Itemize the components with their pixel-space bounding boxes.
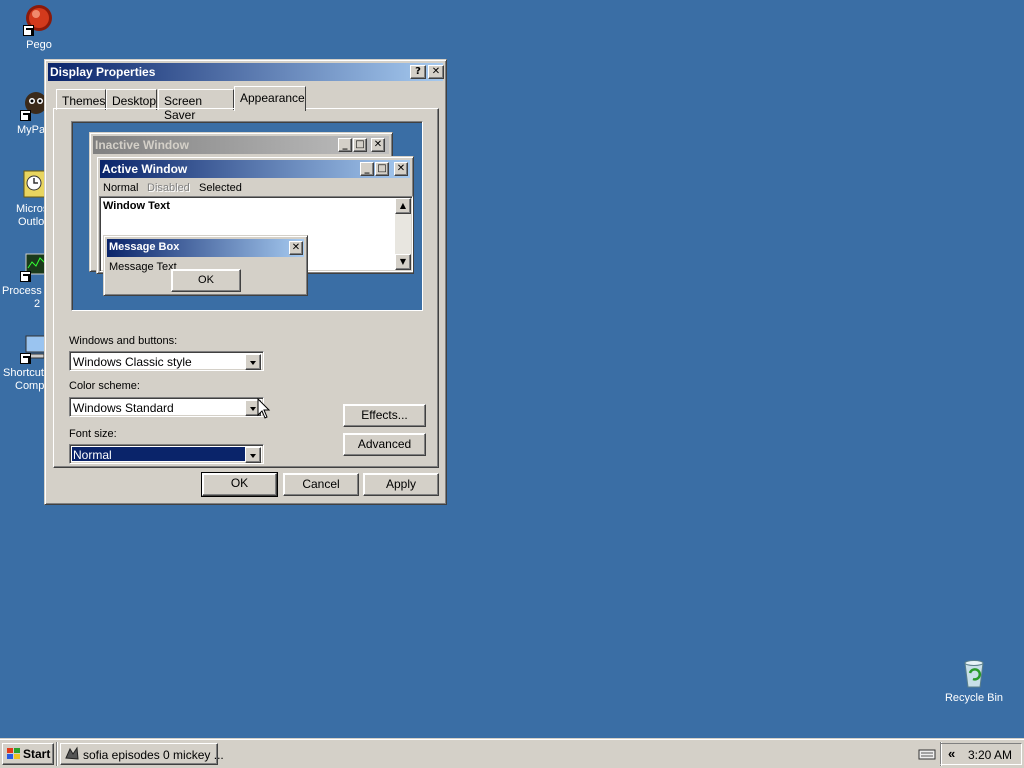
close-button[interactable]: ✕ — [428, 65, 444, 79]
scroll-up-icon: ▲ — [395, 198, 411, 214]
font-size-value: Normal — [72, 447, 245, 462]
tab-appearance[interactable]: Appearance — [234, 86, 306, 111]
start-label: Start — [23, 747, 51, 761]
dialog-title: Display Properties — [50, 65, 156, 79]
desktop-icon-label: Pego — [26, 39, 52, 51]
preview-message-box-title: Message Box — [107, 239, 304, 257]
maximize-icon: □ — [375, 162, 389, 176]
cancel-button[interactable]: Cancel — [283, 473, 359, 496]
advanced-button[interactable]: Advanced — [343, 433, 426, 456]
taskbar-task-button[interactable]: sofia episodes 0 mickey ... — [60, 743, 224, 765]
close-icon: ✕ — [394, 162, 408, 176]
taskbar: Start sofia episodes 0 mickey ... « 3:20… — [0, 738, 1024, 768]
font-size-label: Font size: — [69, 428, 117, 440]
taskbar-task-label: sofia episodes 0 mickey ... — [83, 748, 224, 762]
preview-scrollbar: ▲ ▼ — [395, 198, 411, 270]
title-bar[interactable]: Display Properties ? ✕ — [48, 63, 444, 81]
windows-buttons-value: Windows Classic style — [73, 355, 192, 369]
desktop-icon-label: Recycle Bin — [944, 692, 1004, 704]
windows-buttons-label: Windows and buttons: — [69, 335, 178, 347]
app-icon — [65, 746, 79, 760]
windows-buttons-select[interactable]: Windows Classic style — [69, 351, 264, 371]
start-button[interactable]: Start — [2, 743, 54, 765]
apply-button[interactable]: Apply — [363, 473, 439, 496]
appearance-preview: Inactive Window _ □ ✕ Active Window _ □ … — [71, 121, 423, 311]
preview-message-text: Message Text — [109, 261, 177, 273]
color-scheme-select[interactable]: Windows Standard — [69, 397, 264, 417]
display-properties-dialog: Display Properties ? ✕ Themes Desktop Sc… — [44, 59, 447, 505]
preview-menu-disabled: Disabled — [147, 182, 190, 194]
color-scheme-value: Windows Standard — [73, 401, 174, 415]
close-icon: ✕ — [289, 241, 303, 255]
maximize-icon: □ — [353, 138, 367, 152]
preview-message-box: Message Box ✕ Message Text OK — [103, 235, 308, 296]
mouse-cursor-icon — [257, 398, 271, 419]
recycle-bin-icon — [958, 657, 990, 689]
chevron-down-icon[interactable] — [245, 354, 261, 370]
tab-screen-saver[interactable]: Screen Saver — [158, 89, 234, 122]
minimize-icon: _ — [338, 138, 352, 152]
chevron-down-icon[interactable] — [245, 447, 261, 463]
ok-button[interactable]: OK — [201, 472, 278, 497]
tab-themes[interactable]: Themes — [56, 89, 106, 110]
effects-button[interactable]: Effects... — [343, 404, 426, 427]
appearance-tab-panel: Inactive Window _ □ ✕ Active Window _ □ … — [53, 108, 439, 468]
clock[interactable]: 3:20 AM — [968, 748, 1012, 762]
scroll-down-icon: ▼ — [395, 254, 411, 270]
preview-ok-button: OK — [171, 269, 241, 292]
tab-desktop[interactable]: Desktop — [106, 89, 157, 110]
color-scheme-label: Color scheme: — [69, 380, 140, 392]
pego-icon — [23, 4, 55, 36]
windows-logo-icon — [7, 748, 20, 759]
desktop-icon-pego[interactable]: Pego — [1, 4, 77, 52]
minimize-icon: _ — [360, 162, 374, 176]
close-icon: ✕ — [371, 138, 385, 152]
preview-window-text: Window Text — [103, 200, 170, 212]
tray-chevron-icon[interactable]: « — [948, 746, 955, 761]
keyboard-icon[interactable] — [918, 747, 936, 761]
taskbar-separator — [56, 742, 58, 766]
font-size-select[interactable]: Normal — [69, 444, 264, 464]
preview-menu-normal: Normal — [103, 182, 139, 194]
preview-menu-selected: Selected — [199, 182, 242, 194]
help-button[interactable]: ? — [410, 65, 426, 79]
system-tray: « 3:20 AM — [940, 743, 1022, 765]
desktop-icon-recycle-bin[interactable]: Recycle Bin — [936, 657, 1012, 705]
